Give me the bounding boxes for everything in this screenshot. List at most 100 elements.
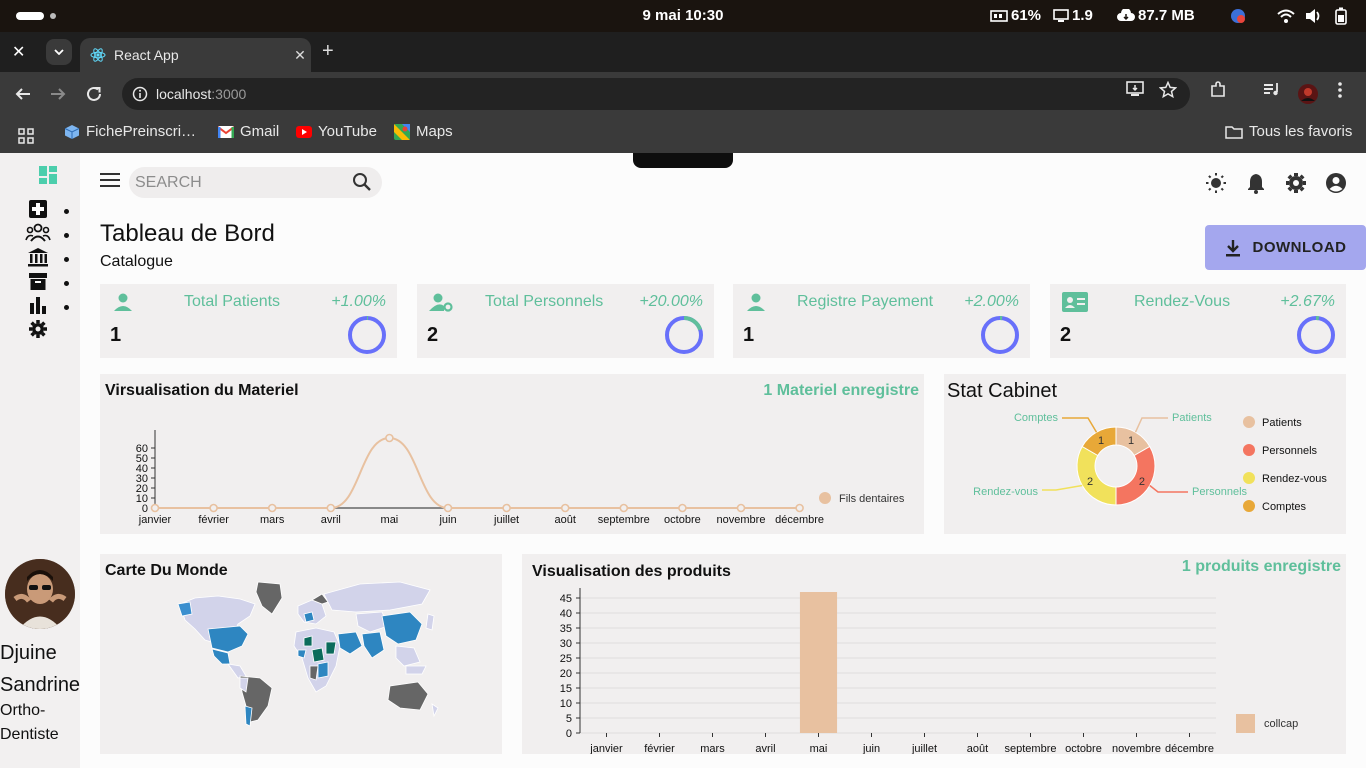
battery-saver-indicator: 61% <box>990 7 1041 24</box>
legend-swatch <box>1243 416 1255 428</box>
x-tick-label: novembre <box>717 514 766 526</box>
back-arrow-icon[interactable] <box>14 85 32 103</box>
settings-gear-icon[interactable] <box>1285 172 1307 194</box>
account-circle-icon[interactable] <box>1325 172 1347 194</box>
all-bookmarks-folder[interactable]: Tous les favoris <box>1225 123 1352 140</box>
y-tick-label: 35 <box>560 623 572 635</box>
nav-indicator-dot <box>64 305 69 310</box>
settings-gear-icon[interactable] <box>28 319 48 339</box>
person-settings-icon <box>429 293 453 312</box>
x-tick-label: juin <box>438 514 456 526</box>
bookmark-youtube[interactable]: YouTube <box>296 123 377 140</box>
stat-title: Total Patients <box>184 293 281 310</box>
new-tab-button[interactable]: + <box>322 40 334 63</box>
download-icon <box>1225 239 1240 256</box>
stat-value: 2 <box>427 324 439 346</box>
user-last-name: Sandrine <box>0 674 81 696</box>
site-info-icon[interactable] <box>132 86 148 102</box>
wifi-icon[interactable] <box>1277 9 1295 23</box>
legend-swatch <box>1243 444 1255 456</box>
x-tick-label: mai <box>810 743 828 754</box>
all-bookmarks-label: Tous les favoris <box>1249 123 1353 140</box>
profile-avatar-icon[interactable] <box>1297 83 1319 105</box>
bar-chart-icon[interactable] <box>28 295 48 315</box>
bookmark-maps[interactable]: Maps <box>394 123 453 140</box>
medical-cross-icon[interactable] <box>28 199 48 219</box>
download-button[interactable]: DOWNLOAD <box>1205 225 1366 270</box>
stat-card-rendez-vous: Rendez-Vous +2.67% 2 <box>1050 284 1346 358</box>
pie-slice <box>1115 445 1156 506</box>
user-avatar[interactable] <box>5 559 75 629</box>
battery-icon[interactable] <box>1335 7 1347 25</box>
x-tick-label: novembre <box>1112 743 1161 754</box>
bookmark-label: FichePreinscri… <box>86 123 197 140</box>
legend-label: Comptes <box>1262 501 1307 513</box>
bookmark-star-icon[interactable] <box>1159 81 1177 99</box>
people-group-icon[interactable] <box>25 223 51 243</box>
user-name: Djuine Sandrine <box>0 637 80 701</box>
chevron-down-icon <box>54 49 64 55</box>
reload-icon[interactable] <box>85 85 103 103</box>
address-bar[interactable]: localhost:3000 <box>122 78 1190 110</box>
bookmark-fichepreinscription[interactable]: FichePreinscri… <box>64 123 196 140</box>
app-notification-icon[interactable] <box>1230 8 1246 24</box>
forward-arrow-icon[interactable] <box>49 85 67 103</box>
apps-grid-icon[interactable] <box>18 128 34 144</box>
sidebar: Djuine Sandrine Ortho- Dentiste <box>0 153 80 768</box>
x-tick-label: décembre <box>1165 743 1214 754</box>
nav-indicator-dot <box>64 209 69 214</box>
stat-change: +20.00% <box>639 293 703 310</box>
y-tick-label: 5 <box>566 713 572 725</box>
user-photo <box>5 559 75 629</box>
world-map[interactable] <box>100 554 502 754</box>
volume-icon[interactable] <box>1305 8 1323 24</box>
cabinet-title: Stat Cabinet <box>947 380 1058 402</box>
bank-icon[interactable] <box>26 247 50 267</box>
legend-swatch <box>1243 500 1255 512</box>
data-point <box>326 503 336 513</box>
tab-search-button[interactable] <box>46 39 72 65</box>
bookmark-label: YouTube <box>318 123 377 140</box>
extensions-icon[interactable] <box>1209 81 1227 99</box>
media-controls-icon[interactable] <box>1263 81 1281 97</box>
stat-title: Total Personnels <box>485 293 604 310</box>
screen-value: 1.9 <box>1072 7 1093 24</box>
close-tab-icon[interactable]: ✕ <box>289 47 311 64</box>
stat-card-registre-payement: Registre Payement +2.00% 1 <box>733 284 1030 358</box>
progress-ring <box>348 316 386 354</box>
legend-label: Patients <box>1262 417 1302 429</box>
stat-change: +1.00% <box>331 293 386 310</box>
bookmark-label: Maps <box>416 123 453 140</box>
browser-tab[interactable]: React App ✕ <box>80 38 311 72</box>
install-app-icon[interactable] <box>1126 81 1144 97</box>
dashboard-icon[interactable] <box>38 165 58 185</box>
dashboard-app: Djuine Sandrine Ortho- Dentiste Tableau … <box>0 153 1366 768</box>
menu-icon[interactable] <box>100 173 120 187</box>
battery-saver-value: 61% <box>1011 7 1042 24</box>
url-host: localhost <box>156 86 212 102</box>
x-tick-label: février <box>644 743 675 754</box>
notifications-bell-icon[interactable] <box>1246 172 1266 194</box>
data-point <box>560 503 570 513</box>
search-icon[interactable] <box>352 172 372 192</box>
archive-icon[interactable] <box>28 271 48 291</box>
contact-card-icon <box>1062 292 1088 312</box>
x-tick-label: décembre <box>775 514 824 526</box>
light-mode-icon[interactable] <box>1205 172 1227 194</box>
materiel-chart-card: 0 10 20 30 40 50 60 janvier février mars avril mai j… <box>100 374 924 534</box>
x-tick-label: juin <box>862 743 880 754</box>
stat-change: +2.00% <box>964 293 1019 310</box>
browser-tab-strip: ✕ React App ✕ + <box>0 32 1366 72</box>
browser-menu-icon[interactable] <box>1337 81 1343 99</box>
bookmark-gmail[interactable]: Gmail <box>218 123 279 140</box>
x-tick-label: avril <box>755 743 775 754</box>
x-tick-label: janvier <box>138 514 172 526</box>
world-map-card: Carte Du Monde <box>100 554 502 754</box>
data-point <box>267 503 277 513</box>
slice-label: Personnels <box>1192 486 1248 498</box>
x-tick-label: mars <box>260 514 285 526</box>
search-input[interactable] <box>135 173 345 192</box>
data-point <box>443 503 453 513</box>
close-window-icon[interactable]: ✕ <box>12 42 25 62</box>
person-icon <box>747 293 765 311</box>
